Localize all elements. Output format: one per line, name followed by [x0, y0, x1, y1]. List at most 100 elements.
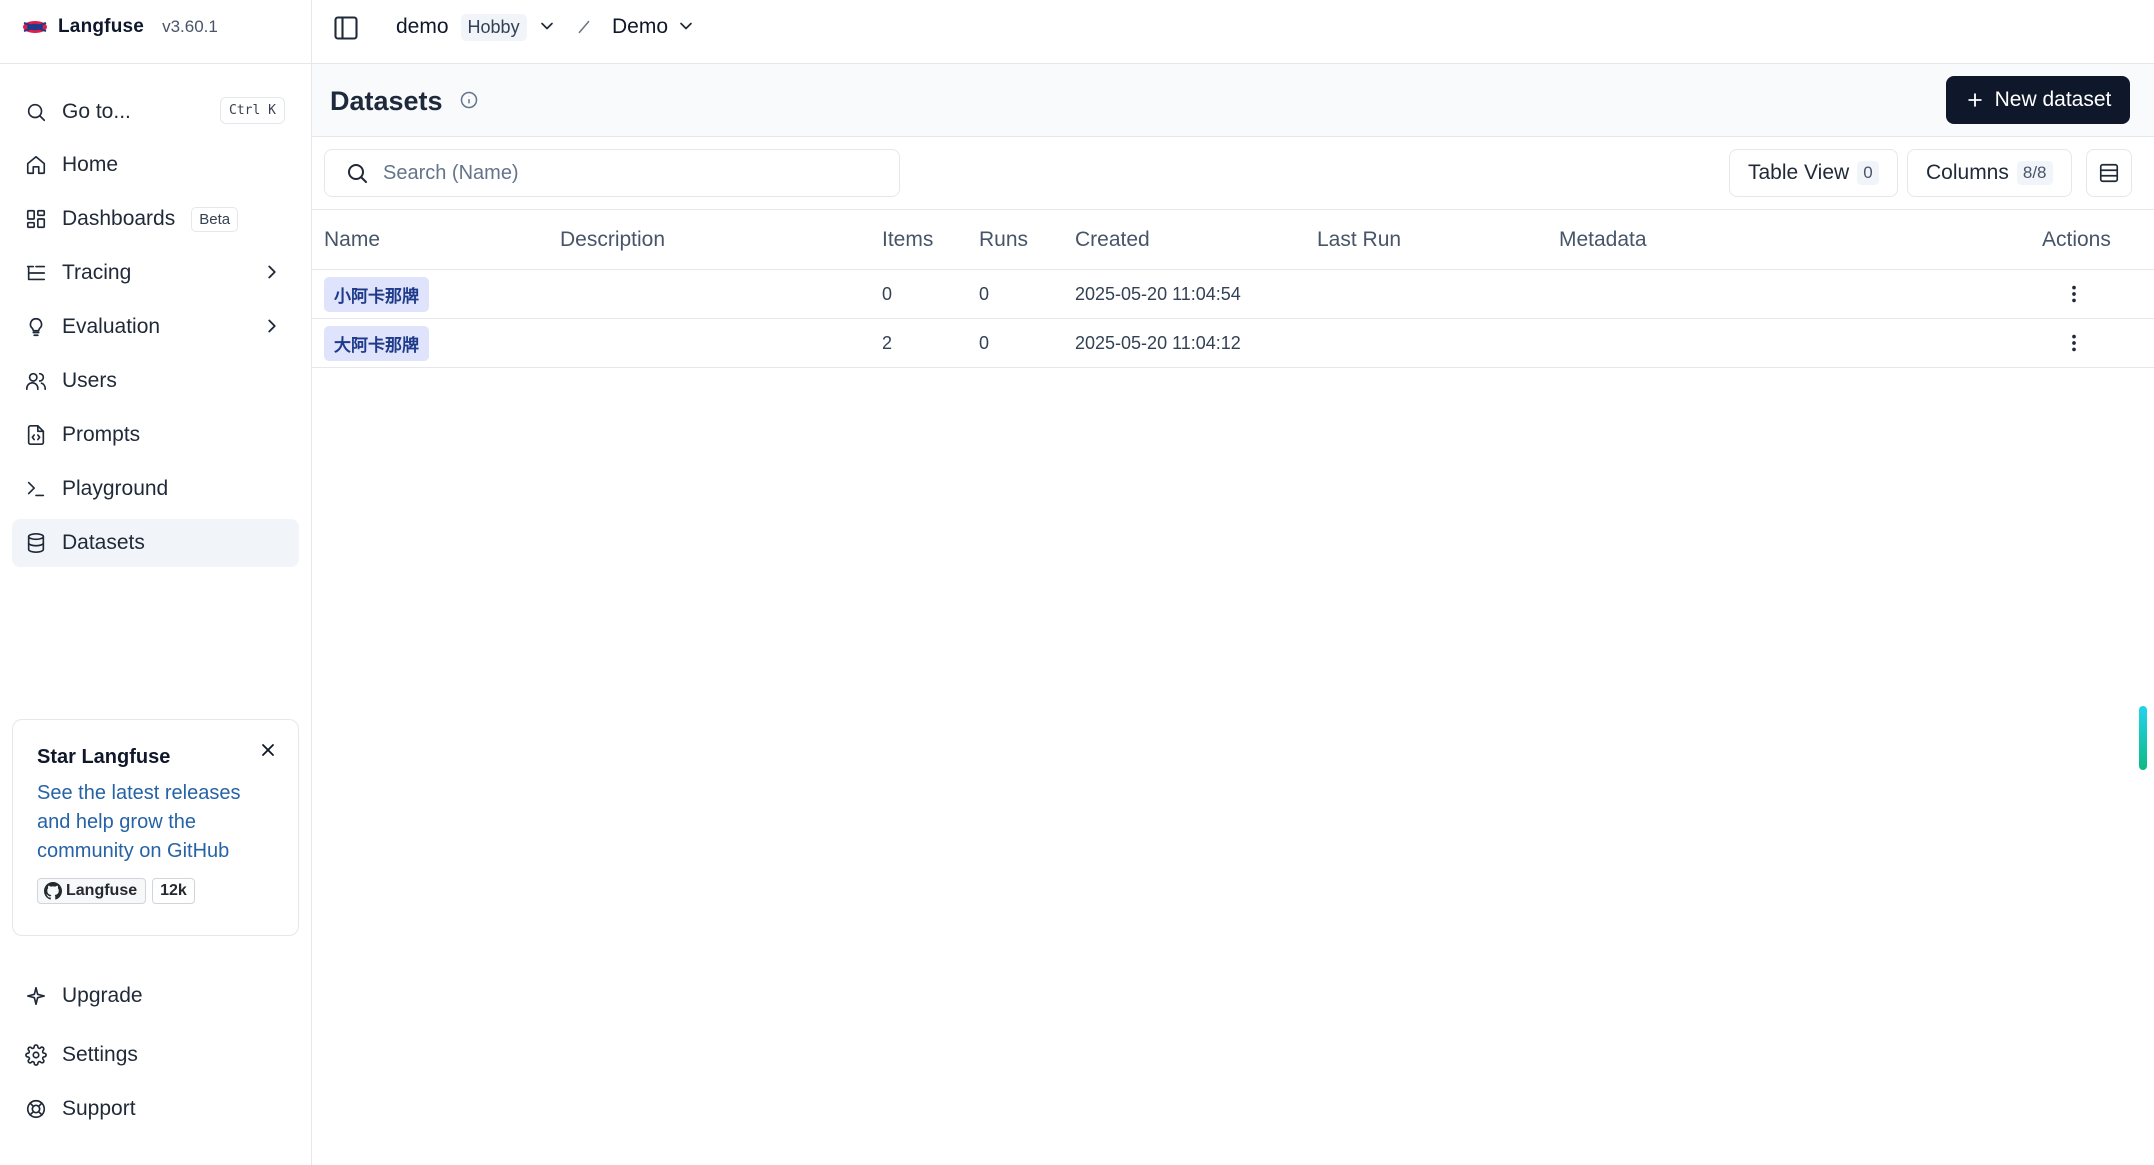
org-selector[interactable]: demo Hobby [396, 0, 557, 54]
rows-icon [2099, 163, 2119, 183]
page-header: Datasets New dataset [312, 64, 2154, 137]
dataset-runs: 0 [979, 283, 990, 304]
sidebar-item-settings[interactable]: Settings [12, 1031, 299, 1079]
more-vertical-icon[interactable] [2062, 331, 2086, 355]
file-code-icon [24, 423, 48, 447]
sidebar-item-label: Evaluation [62, 315, 161, 338]
langfuse-logo-icon [22, 19, 48, 35]
search-input[interactable] [383, 161, 863, 185]
new-dataset-label: New dataset [1994, 88, 2112, 111]
sidebar-item-users[interactable]: Users [12, 357, 299, 405]
brand[interactable]: Langfuse v3.60.1 [22, 0, 218, 54]
page-title: Datasets [330, 86, 443, 116]
sidebar-item-label: Settings [62, 1043, 138, 1066]
new-dataset-button[interactable]: New dataset [1946, 76, 2130, 124]
more-vertical-icon[interactable] [2062, 282, 2086, 306]
goto-command[interactable]: Go to... Ctrl K [12, 88, 299, 136]
scroll-indicator[interactable] [2139, 706, 2147, 770]
database-icon [24, 531, 48, 555]
sidebar-item-label: Prompts [62, 423, 141, 446]
dataset-items: 0 [882, 283, 893, 304]
table-view-button[interactable]: Table View 0 [1729, 149, 1898, 197]
divider [312, 209, 2154, 210]
columns-label: Columns [1926, 161, 2009, 184]
sidebar-item-label: Users [62, 369, 117, 392]
dashboard-icon [24, 207, 48, 231]
github-star-button[interactable]: Langfuse [37, 878, 147, 904]
sidebar-item-playground[interactable]: Playground [12, 465, 299, 513]
sidebar-item-upgrade[interactable]: Upgrade [12, 972, 299, 1020]
table-view-count: 0 [1857, 161, 1879, 185]
tracing-icon [24, 261, 48, 285]
dataset-name-link[interactable]: 小阿卡那牌 [324, 276, 429, 312]
project-selector[interactable]: Demo [612, 0, 696, 54]
sidebar-item-datasets[interactable]: Datasets [12, 519, 299, 567]
brand-name: Langfuse [58, 16, 145, 37]
plan-badge: Hobby [460, 13, 527, 41]
table-row[interactable]: 小阿卡那牌 0 0 2025-05-20 11:04:54 [312, 270, 2154, 319]
sidebar-item-label: Upgrade [62, 984, 143, 1007]
dataset-name-link[interactable]: 大阿卡那牌 [324, 325, 429, 361]
sidebar-item-label: Datasets [62, 531, 145, 554]
star-card-text[interactable]: See the latest releases and help grow th… [37, 779, 267, 866]
star-langfuse-card: Star Langfuse See the latest releases an… [12, 719, 299, 936]
column-header-description[interactable]: Description [560, 228, 665, 252]
sidebar: Langfuse v3.60.1 Go to... Ctrl K Home Da… [0, 0, 312, 1165]
lifebuoy-icon [24, 1097, 48, 1121]
table-view-label: Table View [1748, 161, 1850, 184]
goto-label: Go to... [62, 100, 131, 123]
column-header-runs[interactable]: Runs [979, 228, 1028, 252]
sidebar-item-label: Playground [62, 477, 169, 500]
github-icon [44, 882, 62, 900]
dataset-created: 2025-05-20 11:04:54 [1075, 283, 1241, 304]
sidebar-item-label: Support [62, 1097, 136, 1120]
column-header-created[interactable]: Created [1075, 228, 1150, 252]
chevron-down-icon [676, 16, 696, 42]
beta-badge: Beta [191, 206, 239, 232]
search-icon [348, 164, 367, 183]
dataset-runs: 0 [979, 332, 990, 353]
home-icon [24, 153, 48, 177]
sidebar-item-dashboards[interactable]: Dashboards Beta [12, 195, 299, 243]
sidebar-item-evaluation[interactable]: Evaluation [12, 303, 299, 351]
org-name: demo [396, 15, 449, 38]
gear-icon [24, 1043, 48, 1067]
column-header-items[interactable]: Items [882, 228, 933, 252]
chevron-down-icon [537, 16, 557, 42]
github-star-count[interactable]: 12k [152, 878, 195, 904]
sidebar-item-label: Tracing [62, 261, 132, 284]
sparkle-icon [24, 984, 48, 1008]
column-header-last-run[interactable]: Last Run [1317, 228, 1401, 252]
sidebar-toggle-icon[interactable] [332, 14, 362, 42]
column-header-actions: Actions [2042, 228, 2111, 251]
columns-button[interactable]: Columns 8/8 [1907, 149, 2072, 197]
goto-shortcut: Ctrl K [220, 97, 285, 124]
sidebar-item-label: Dashboards [62, 207, 176, 230]
breadcrumb-separator-icon [574, 0, 594, 54]
terminal-icon [24, 477, 48, 501]
topbar: demo Hobby Demo [312, 0, 2154, 64]
columns-count: 8/8 [2016, 161, 2053, 185]
sidebar-item-prompts[interactable]: Prompts [12, 411, 299, 459]
info-icon[interactable] [459, 90, 481, 112]
chevron-right-icon [261, 315, 285, 339]
project-name: Demo [612, 15, 669, 38]
brand-version: v3.60.1 [162, 17, 218, 36]
search-box[interactable] [324, 149, 900, 197]
search-icon [24, 100, 48, 124]
sidebar-item-home[interactable]: Home [12, 141, 299, 189]
github-label: Langfuse [66, 882, 138, 899]
plus-icon [1967, 93, 1982, 107]
chevron-right-icon [261, 261, 285, 285]
sidebar-item-tracing[interactable]: Tracing [12, 249, 299, 297]
dataset-items: 2 [882, 332, 893, 353]
lightbulb-icon [24, 315, 48, 339]
row-density-button[interactable] [2086, 149, 2132, 197]
sidebar-item-support[interactable]: Support [12, 1085, 299, 1133]
table-row[interactable]: 大阿卡那牌 2 0 2025-05-20 11:04:12 [312, 319, 2154, 368]
dataset-created: 2025-05-20 11:04:12 [1075, 332, 1241, 353]
close-icon[interactable] [258, 740, 280, 762]
column-header-metadata[interactable]: Metadata [1559, 228, 1647, 252]
divider [0, 63, 311, 64]
column-header-name[interactable]: Name [324, 228, 380, 252]
